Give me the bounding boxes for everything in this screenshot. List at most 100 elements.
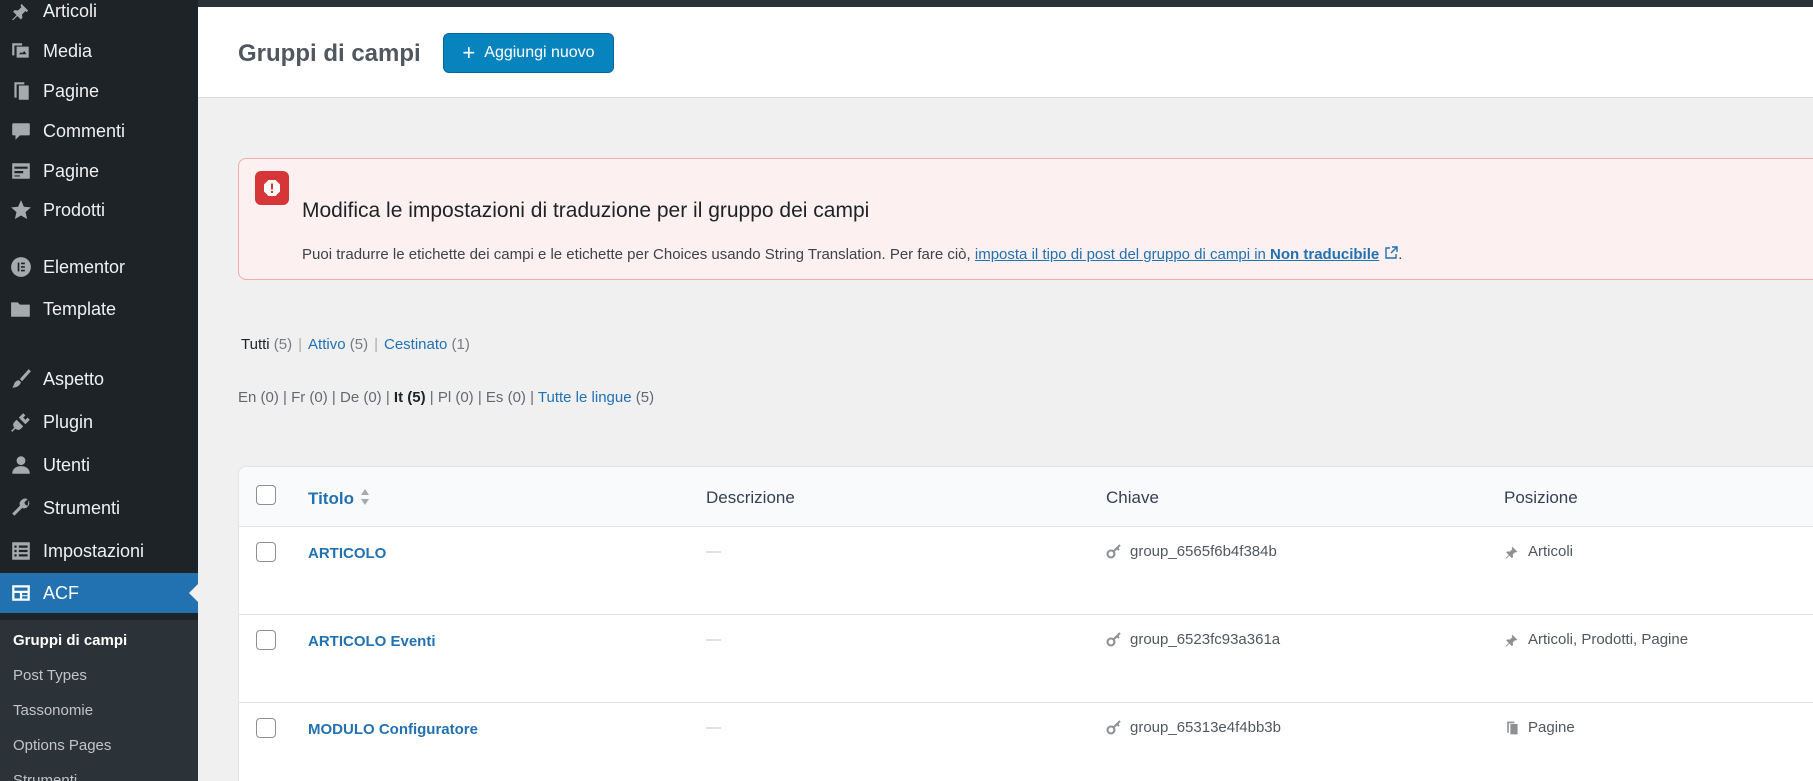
row-position: Articoli, Prodotti, Pagine	[1504, 631, 1688, 648]
sidebar-item-label: Articoli	[43, 0, 98, 21]
lang-filter-en[interactable]: En (0)	[238, 389, 279, 406]
add-new-button[interactable]: + Aggiungi nuovo	[443, 33, 614, 73]
sidebar-item-plugin[interactable]: Plugin	[0, 402, 198, 442]
notice-link-bold: Non traducibile	[1270, 246, 1380, 263]
sidebar-item-pagine[interactable]: Pagine	[0, 71, 198, 111]
sidebar-item-label: Plugin	[43, 411, 94, 432]
pin-icon	[9, 0, 33, 23]
row-key-text: group_6523fc93a361a	[1130, 631, 1281, 648]
sidebar-item-strumenti[interactable]: Strumenti	[0, 488, 198, 528]
filter-trash[interactable]: Cestinato	[384, 336, 447, 353]
column-header-position: Posizione	[1504, 488, 1578, 507]
lang-filter-es[interactable]: Es (0)	[486, 389, 526, 406]
row-checkbox[interactable]	[256, 718, 276, 738]
acf-icon	[9, 581, 33, 605]
notice-title: Modifica le impostazioni di traduzione p…	[302, 199, 870, 222]
row-description: —	[706, 719, 721, 736]
sidebar-item-label: Utenti	[43, 454, 91, 475]
pin-icon	[1505, 546, 1518, 559]
row-key-text: group_65313e4f4bb3b	[1130, 719, 1281, 736]
select-all-checkbox[interactable]	[256, 485, 276, 505]
sidebar-item-label: Impostazioni	[43, 540, 145, 561]
translation-notice: Modifica le impostazioni di traduzione p…	[238, 158, 1813, 280]
sidebar-item-elementor[interactable]: Elementor	[0, 247, 198, 287]
submenu-post-types[interactable]: Post Types	[13, 667, 87, 684]
row-description: —	[706, 543, 721, 560]
sidebar-item-label: Commenti	[43, 120, 126, 141]
submenu-gruppi-di-campi[interactable]: Gruppi di campi	[13, 632, 127, 649]
lang-filter-fr[interactable]: Fr (0)	[291, 389, 328, 406]
column-header-title[interactable]: Titolo	[308, 488, 370, 511]
folder-icon	[9, 297, 33, 321]
settings-icon	[9, 539, 33, 563]
sidebar-item-media[interactable]: Media	[0, 31, 198, 71]
plus-icon: +	[462, 40, 476, 65]
submenu-options-pages[interactable]: Options Pages	[13, 737, 111, 754]
page-title: Gruppi di campi	[238, 40, 421, 67]
sidebar-item-label: Aspetto	[43, 368, 105, 389]
sidebar-item-articoli[interactable]: Articoli	[0, 0, 198, 31]
lang-filter-pl[interactable]: Pl (0)	[438, 389, 474, 406]
field-groups-table: Titolo Descrizione Chiave Posizione ARTI…	[238, 466, 1813, 781]
page-icon	[9, 79, 33, 103]
row-title-link[interactable]: ARTICOLO Eventi	[308, 633, 436, 650]
sidebar-item-label: Template	[43, 298, 117, 319]
row-position: Articoli	[1504, 543, 1573, 560]
filter-all[interactable]: Tutti	[241, 336, 270, 353]
row-position-text: Pagine	[1528, 719, 1575, 736]
add-new-label: Aggiungi nuovo	[484, 44, 595, 61]
submenu-strumenti[interactable]: Strumenti	[13, 772, 77, 781]
forms-icon	[9, 159, 33, 183]
sidebar-item-label: Prodotti	[43, 199, 106, 220]
row-position-text: Articoli	[1528, 543, 1574, 560]
page-icon	[1507, 721, 1518, 734]
sort-icon[interactable]	[360, 488, 370, 511]
notice-link[interactable]: imposta il tipo di post del gruppo di ca…	[975, 246, 1379, 263]
plugin-icon	[9, 410, 33, 434]
sidebar-item-acf[interactable]: ACF	[0, 573, 198, 613]
user-icon	[9, 453, 33, 477]
table-row: ARTICOLO — group_6565f6b4f384b Articoli	[239, 527, 1813, 615]
sidebar-item-pagine-forms[interactable]: Pagine	[0, 151, 198, 191]
notice-link-text: imposta il tipo di post del gruppo di ca…	[974, 246, 1271, 263]
row-title-link[interactable]: MODULO Configuratore	[308, 721, 478, 738]
lang-filter-it[interactable]: It (5)	[394, 389, 426, 406]
sidebar-item-label: ACF	[43, 582, 79, 603]
row-checkbox[interactable]	[256, 630, 276, 650]
sidebar-item-label: Pagine	[43, 80, 100, 101]
submenu-tassonomie[interactable]: Tassonomie	[13, 702, 93, 719]
comment-icon	[9, 119, 33, 143]
sidebar-item-impostazioni[interactable]: Impostazioni	[0, 531, 198, 571]
sidebar-item-label: Strumenti	[43, 497, 121, 518]
row-checkbox[interactable]	[256, 542, 276, 562]
key-icon	[1106, 631, 1121, 646]
key-icon	[1106, 543, 1121, 558]
lang-filter-de[interactable]: De (0)	[340, 389, 382, 406]
elementor-icon	[9, 255, 33, 279]
sidebar-item-prodotti[interactable]: Prodotti	[0, 190, 198, 230]
notice-text: Puoi tradurre le etichette dei campi e l…	[302, 246, 1402, 264]
notice-link-end: .	[1398, 246, 1403, 263]
row-key-text: group_6565f6b4f384b	[1130, 543, 1277, 560]
sidebar-item-template[interactable]: Template	[0, 289, 198, 329]
divider: |	[298, 336, 303, 353]
page-header: Gruppi di campi + Aggiungi nuovo	[198, 7, 1813, 98]
language-filters: En (0) | Fr (0) | De (0) | It (5) | Pl (…	[238, 389, 655, 406]
acf-submenu: Gruppi di campi Post Types Tassonomie Op…	[0, 620, 198, 781]
sidebar-item-utenti[interactable]: Utenti	[0, 445, 198, 485]
status-filters: Tutti (5) | Attivo (5) | Cestinato (1)	[241, 336, 470, 353]
sidebar-item-label: Media	[43, 40, 93, 61]
lang-filter-all[interactable]: Tutte le lingue	[538, 389, 632, 406]
sidebar-item-commenti[interactable]: Commenti	[0, 111, 198, 151]
admin-top-bar	[198, 0, 1813, 7]
table-row: MODULO Configuratore — group_65313e4f4bb…	[239, 703, 1813, 781]
sidebar-item-aspetto[interactable]: Aspetto	[0, 359, 198, 399]
pin-icon	[1505, 634, 1518, 647]
column-header-description: Descrizione	[706, 488, 795, 507]
filter-active[interactable]: Attivo	[308, 336, 346, 353]
row-key: group_6565f6b4f384b	[1106, 543, 1277, 560]
row-title-link[interactable]: ARTICOLO	[308, 545, 386, 562]
alert-icon	[255, 171, 289, 205]
external-link-icon	[1384, 246, 1398, 264]
notice-body: Puoi tradurre le etichette dei campi e l…	[302, 246, 975, 263]
